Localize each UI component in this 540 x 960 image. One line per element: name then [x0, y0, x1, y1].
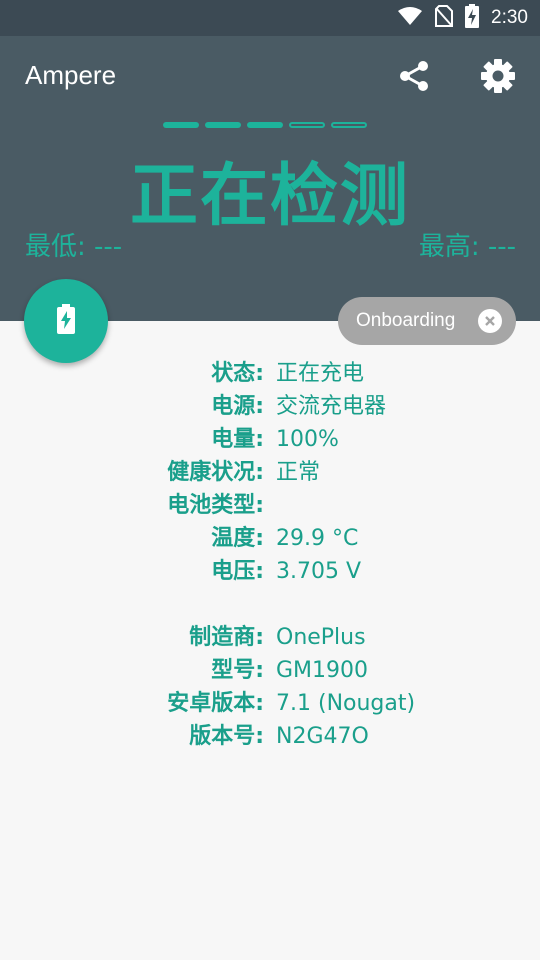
settings-button[interactable]: [476, 56, 520, 100]
info-row-model: 型号: GM1900: [0, 654, 540, 687]
battery-charging-icon: [56, 304, 76, 338]
info-label: 版本号:: [189, 724, 264, 749]
info-value: OnePlus: [276, 625, 366, 650]
wifi-icon: [397, 6, 423, 30]
info-row-health: 健康状况: 正常: [0, 456, 540, 489]
info-row-level: 电量: 100%: [0, 423, 540, 456]
battery-charging-icon: [465, 4, 480, 32]
status-bar: 2:30: [0, 0, 540, 36]
header-panel: Ampere 正在检测 最低: --- 最高: ---: [0, 36, 540, 321]
progress-dot: [289, 122, 325, 128]
info-label: 电源:: [211, 394, 264, 419]
info-value: 交流充电器: [276, 394, 387, 419]
info-value: 7.1 (Nougat): [276, 691, 416, 716]
info-value: 29.9 °C: [276, 526, 359, 551]
info-value: 3.705 V: [276, 559, 362, 584]
info-row-battery-type: 电池类型:: [0, 489, 540, 522]
info-value: 正在充电: [276, 361, 365, 386]
clock: 2:30: [491, 7, 528, 28]
share-button[interactable]: [392, 56, 436, 100]
progress-dot: [247, 122, 283, 128]
info-list: 状态: 正在充电 电源: 交流充电器 电量: 100% 健康状况: 正常 电池类…: [0, 357, 540, 753]
share-icon: [396, 58, 432, 98]
app-title: Ampere: [25, 60, 117, 90]
info-row-temperature: 温度: 29.9 °C: [0, 522, 540, 555]
info-row-manufacturer: 制造商: OnePlus: [0, 621, 540, 654]
progress-dot: [163, 122, 199, 128]
battery-fab-button[interactable]: [24, 279, 108, 363]
info-value: 100%: [276, 427, 339, 452]
max-reading: 最高: ---: [418, 232, 516, 262]
info-label: 电量:: [211, 427, 264, 452]
status-icons: 2:30: [397, 0, 528, 36]
info-row-status: 状态: 正在充电: [0, 357, 540, 390]
info-label: 健康状况:: [167, 460, 264, 485]
measuring-status: 正在检测: [129, 157, 410, 236]
close-circle-icon[interactable]: [478, 309, 502, 333]
progress-dot: [205, 122, 241, 128]
progress-dot: [331, 122, 367, 128]
info-value: N2G47O: [276, 724, 369, 749]
info-value: 正常: [276, 460, 321, 485]
info-label: 电池类型:: [167, 493, 264, 518]
chip-label: Onboarding: [356, 310, 456, 331]
info-label: 状态:: [211, 361, 264, 386]
no-sim-icon: [435, 5, 454, 31]
info-label: 安卓版本:: [167, 691, 264, 716]
info-row-voltage: 电压: 3.705 V: [0, 555, 540, 588]
info-label: 电压:: [211, 559, 264, 584]
progress-indicator: [163, 122, 367, 128]
info-label: 型号:: [211, 658, 264, 683]
min-reading: 最低: ---: [25, 232, 123, 262]
info-row-build-number: 版本号: N2G47O: [0, 720, 540, 753]
info-label: 温度:: [211, 526, 264, 551]
info-label: 制造商:: [189, 625, 264, 650]
info-row-android-version: 安卓版本: 7.1 (Nougat): [0, 687, 540, 720]
info-row-power-source: 电源: 交流充电器: [0, 390, 540, 423]
onboarding-chip[interactable]: Onboarding: [338, 297, 516, 345]
info-value: GM1900: [276, 658, 369, 683]
gear-icon: [479, 57, 517, 99]
